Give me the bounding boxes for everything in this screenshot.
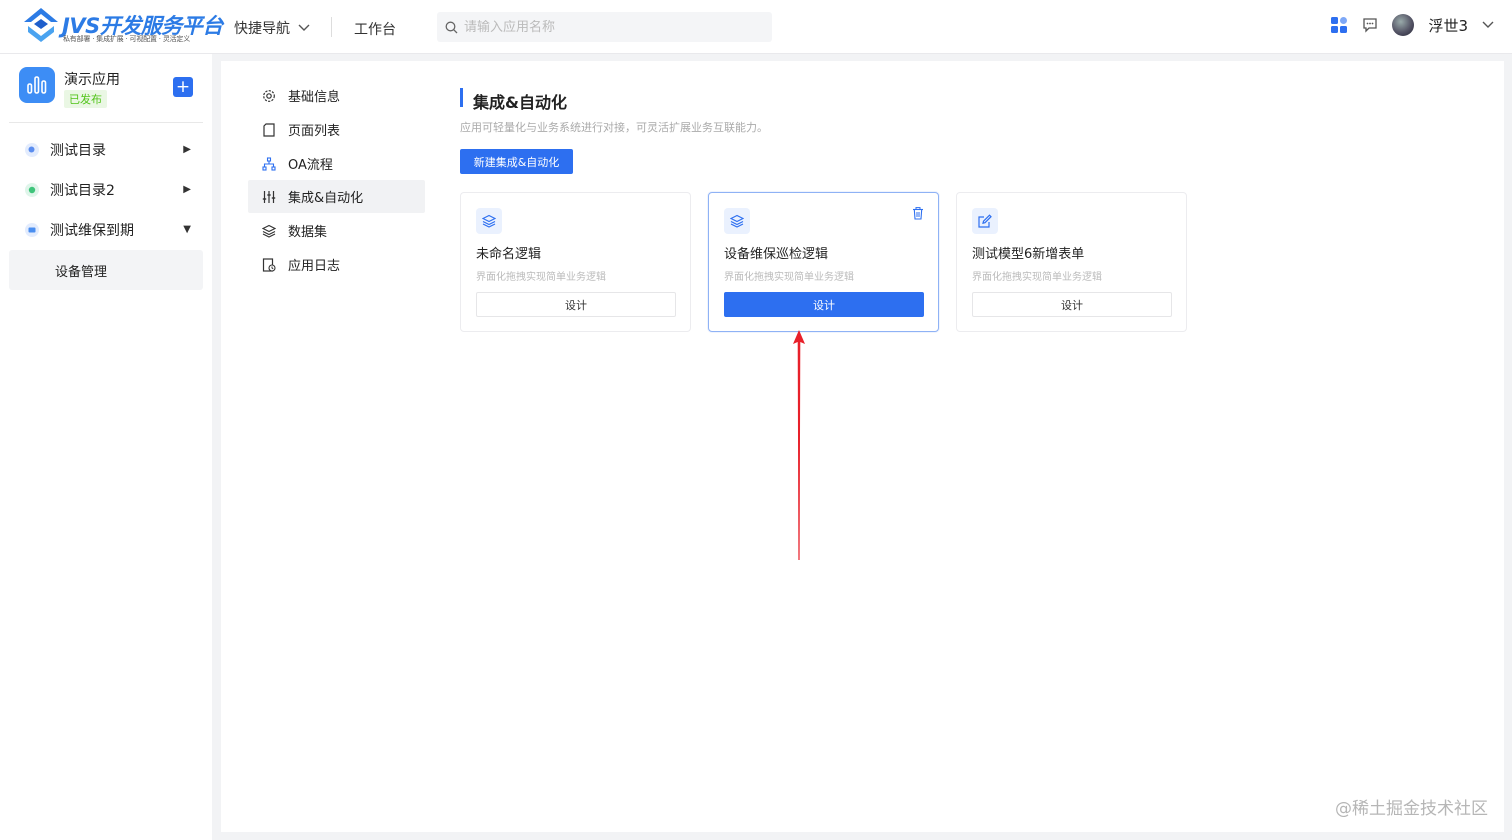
page-title: 集成&自动化 <box>473 93 567 112</box>
sidebar-item-test-dir-2[interactable]: 测试目录2 ▶ <box>9 171 203 209</box>
app-search-box[interactable] <box>437 12 772 42</box>
search-icon <box>445 21 458 33</box>
card-title: 设备维保巡检逻辑 <box>724 247 829 262</box>
menu-item-label: OA流程 <box>288 158 333 173</box>
sidebar-item-label: 测试目录2 <box>50 183 115 199</box>
logo-icon <box>24 8 58 42</box>
folder-icon <box>25 223 39 237</box>
design-button[interactable]: 设计 <box>972 292 1172 317</box>
menu-item-label: 页面列表 <box>288 124 341 139</box>
title-accent-bar <box>460 88 463 107</box>
platform-logo[interactable]: JVS开发服务平台 私有部署 · 集成扩展 · 可视配置 · 灵活定义 <box>22 6 223 46</box>
chevron-down-icon <box>298 24 310 31</box>
app-name: 演示应用 <box>64 72 120 88</box>
sidebar-subitem-device-management[interactable]: 设备管理 <box>9 250 203 290</box>
layers-icon <box>724 208 750 234</box>
caret-right-icon: ▶ <box>183 184 191 195</box>
layers-icon <box>476 208 502 234</box>
card-title: 未命名逻辑 <box>476 247 542 262</box>
avatar[interactable] <box>1392 14 1415 36</box>
sidebar-item-label: 测试目录 <box>50 143 106 159</box>
menu-item-basic-info[interactable]: 基础信息 <box>248 79 425 112</box>
folder-icon <box>25 183 39 197</box>
log-icon <box>262 257 276 272</box>
caret-right-icon: ▶ <box>183 144 191 155</box>
card-description: 界面化拖拽实现简单业务逻辑 <box>724 272 854 283</box>
quick-nav-label: 快捷导航 <box>234 21 290 37</box>
add-button[interactable]: + <box>173 77 193 97</box>
sidebar-item-test-dir[interactable]: 测试目录 ▶ <box>9 131 203 169</box>
menu-item-label: 数据集 <box>288 225 328 240</box>
menu-item-label: 应用日志 <box>288 259 341 274</box>
menu-item-app-log[interactable]: 应用日志 <box>248 248 425 281</box>
gear-icon <box>263 89 275 102</box>
card-description: 界面化拖拽实现简单业务逻辑 <box>972 272 1102 283</box>
top-header: JVS开发服务平台 私有部署 · 集成扩展 · 可视配置 · 灵活定义 快捷导航… <box>0 0 1512 54</box>
main-panel: 基础信息 页面列表 OA流程 集成&自动化 数据集 应用日志 集成&自动化 应用… <box>221 61 1504 832</box>
card-title: 测试模型6新增表单 <box>972 247 1085 262</box>
sidebar-divider <box>9 122 203 123</box>
chevron-down-icon[interactable] <box>1482 21 1494 29</box>
layers-icon <box>262 224 276 238</box>
search-input[interactable] <box>464 19 764 35</box>
app-sidebar: 演示应用 已发布 + 测试目录 ▶ 测试目录2 ▶ 测试维保到期 ▼ 设备管理 <box>0 54 212 840</box>
username[interactable]: 浮世3 <box>1428 15 1468 36</box>
card-description: 界面化拖拽实现简单业务逻辑 <box>476 272 606 283</box>
logic-card[interactable]: 设备维保巡检逻辑 界面化拖拽实现简单业务逻辑 设计 <box>708 192 939 332</box>
watermark: @稀土掘金技术社区 <box>1335 799 1488 819</box>
quick-nav-dropdown[interactable]: 快捷导航 <box>234 18 310 38</box>
sidebar-item-maintenance-expiry[interactable]: 测试维保到期 ▼ <box>9 211 203 249</box>
new-integration-button[interactable]: 新建集成&自动化 <box>460 149 573 174</box>
message-icon[interactable] <box>1362 17 1378 33</box>
status-badge: 已发布 <box>64 90 107 108</box>
app-header: 演示应用 已发布 + <box>19 67 199 111</box>
menu-item-dataset[interactable]: 数据集 <box>248 214 425 247</box>
logo-subtitle: 私有部署 · 集成扩展 · 可视配置 · 灵活定义 <box>63 35 191 43</box>
apps-grid-icon[interactable] <box>1330 16 1348 34</box>
menu-item-page-list[interactable]: 页面列表 <box>248 113 425 146</box>
flow-icon <box>262 156 276 171</box>
page-description: 应用可轻量化与业务系统进行对接，可灵活扩展业务互联能力。 <box>460 121 768 134</box>
logic-card[interactable]: 测试模型6新增表单 界面化拖拽实现简单业务逻辑 设计 <box>956 192 1187 332</box>
menu-item-label: 基础信息 <box>288 90 341 105</box>
caret-down-icon: ▼ <box>183 224 191 235</box>
nav-divider <box>331 17 332 37</box>
folder-search-icon <box>25 143 39 157</box>
workbench-link[interactable]: 工作台 <box>354 19 396 39</box>
page-icon <box>263 122 275 137</box>
header-right: 浮世3 <box>1330 14 1494 36</box>
annotation-arrow-icon <box>793 330 805 560</box>
sliders-icon <box>262 190 276 203</box>
menu-item-label: 集成&自动化 <box>288 191 364 206</box>
design-button[interactable]: 设计 <box>724 292 924 317</box>
design-button[interactable]: 设计 <box>476 292 676 317</box>
trash-icon[interactable] <box>912 207 924 220</box>
sidebar-item-label: 测试维保到期 <box>50 223 134 239</box>
menu-item-oa-flow[interactable]: OA流程 <box>248 147 425 180</box>
edit-icon <box>972 208 998 234</box>
app-chart-icon <box>19 67 55 103</box>
logic-card[interactable]: 未命名逻辑 界面化拖拽实现简单业务逻辑 设计 <box>460 192 691 332</box>
menu-item-integration-automation[interactable]: 集成&自动化 <box>248 180 425 213</box>
